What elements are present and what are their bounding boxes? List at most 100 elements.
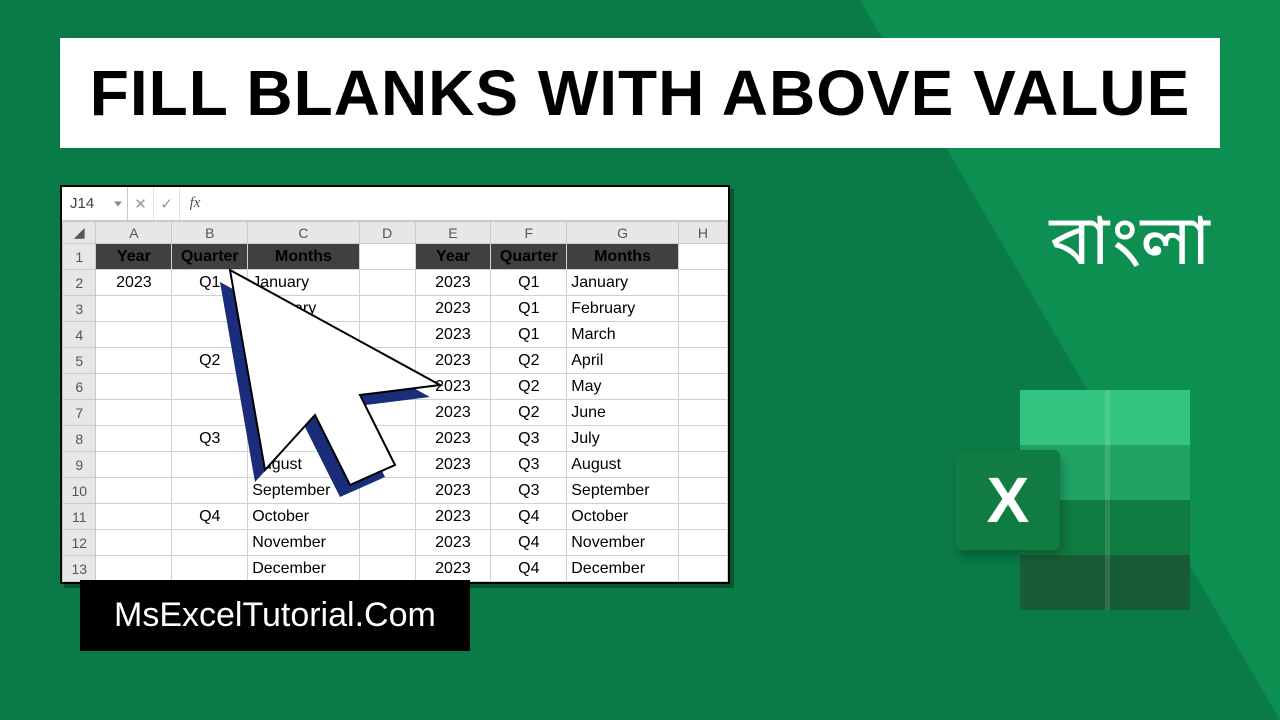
cell[interactable]: 2023 xyxy=(415,504,491,530)
cell[interactable] xyxy=(359,322,415,348)
cell[interactable]: June xyxy=(248,400,360,426)
cell[interactable]: May xyxy=(248,374,360,400)
cell[interactable] xyxy=(172,296,248,322)
row-header[interactable]: 12 xyxy=(63,530,96,556)
column-header[interactable]: F xyxy=(491,222,567,244)
cell[interactable]: February xyxy=(567,296,679,322)
cell[interactable]: August xyxy=(248,452,360,478)
cell[interactable]: Q2 xyxy=(491,374,567,400)
cell[interactable] xyxy=(172,452,248,478)
column-header[interactable]: E xyxy=(415,222,491,244)
cell[interactable]: November xyxy=(248,530,360,556)
cell[interactable] xyxy=(678,426,727,452)
cell[interactable] xyxy=(678,478,727,504)
cell[interactable]: Year xyxy=(96,244,172,270)
cell[interactable] xyxy=(96,452,172,478)
cell[interactable]: 2023 xyxy=(415,348,491,374)
cell[interactable] xyxy=(359,374,415,400)
cell[interactable]: Q3 xyxy=(172,426,248,452)
cell[interactable] xyxy=(678,556,727,582)
name-box[interactable]: J14 xyxy=(62,187,128,220)
cell[interactable] xyxy=(359,556,415,582)
select-all-corner[interactable]: ◢ xyxy=(63,222,96,244)
cell[interactable]: January xyxy=(248,270,360,296)
cell[interactable]: Q4 xyxy=(491,530,567,556)
cell[interactable]: 2023 xyxy=(415,426,491,452)
cell[interactable]: February xyxy=(248,296,360,322)
cell[interactable] xyxy=(359,530,415,556)
row-header[interactable]: 10 xyxy=(63,478,96,504)
cell[interactable]: December xyxy=(567,556,679,582)
row-header[interactable]: 8 xyxy=(63,426,96,452)
cell[interactable]: Q3 xyxy=(491,452,567,478)
cell[interactable]: September xyxy=(248,478,360,504)
cell[interactable]: June xyxy=(567,400,679,426)
cell[interactable]: December xyxy=(248,556,360,582)
cell[interactable]: Q1 xyxy=(491,322,567,348)
cell[interactable] xyxy=(678,452,727,478)
row-header[interactable]: 4 xyxy=(63,322,96,348)
cell[interactable] xyxy=(172,322,248,348)
cell[interactable] xyxy=(96,426,172,452)
cell[interactable] xyxy=(96,530,172,556)
cell[interactable]: April xyxy=(248,348,360,374)
cell[interactable]: Q2 xyxy=(172,348,248,374)
cell[interactable] xyxy=(96,400,172,426)
cell[interactable] xyxy=(172,530,248,556)
column-header[interactable]: H xyxy=(678,222,727,244)
cell[interactable]: March xyxy=(567,322,679,348)
column-header[interactable]: G xyxy=(567,222,679,244)
column-header[interactable]: B xyxy=(172,222,248,244)
cell[interactable]: Year xyxy=(415,244,491,270)
cell[interactable] xyxy=(359,244,415,270)
column-header[interactable]: D xyxy=(359,222,415,244)
row-header[interactable]: 6 xyxy=(63,374,96,400)
cell[interactable] xyxy=(172,374,248,400)
cell[interactable] xyxy=(359,504,415,530)
cell[interactable]: April xyxy=(567,348,679,374)
cell[interactable] xyxy=(96,374,172,400)
cell[interactable]: July xyxy=(567,426,679,452)
cell[interactable]: Q2 xyxy=(491,348,567,374)
cell[interactable]: January xyxy=(567,270,679,296)
cell[interactable] xyxy=(678,504,727,530)
cell[interactable]: 2023 xyxy=(96,270,172,296)
cell[interactable]: Quarter xyxy=(491,244,567,270)
cell[interactable]: 2023 xyxy=(415,478,491,504)
cell[interactable] xyxy=(172,400,248,426)
row-header[interactable]: 5 xyxy=(63,348,96,374)
cell[interactable]: Q1 xyxy=(172,270,248,296)
cell[interactable]: March xyxy=(248,322,360,348)
cell[interactable]: Q4 xyxy=(172,504,248,530)
cell[interactable] xyxy=(678,322,727,348)
cell[interactable]: Q2 xyxy=(491,400,567,426)
row-header[interactable]: 1 xyxy=(63,244,96,270)
row-header[interactable]: 13 xyxy=(63,556,96,582)
cell[interactable] xyxy=(96,504,172,530)
cell[interactable] xyxy=(359,452,415,478)
cell[interactable] xyxy=(359,270,415,296)
cell[interactable]: 2023 xyxy=(415,322,491,348)
cell[interactable] xyxy=(172,478,248,504)
cell[interactable]: October xyxy=(248,504,360,530)
cell[interactable]: October xyxy=(567,504,679,530)
cell[interactable] xyxy=(678,374,727,400)
cell[interactable]: November xyxy=(567,530,679,556)
cell[interactable]: 2023 xyxy=(415,556,491,582)
cell[interactable]: Quarter xyxy=(172,244,248,270)
cell[interactable] xyxy=(678,270,727,296)
cell[interactable] xyxy=(359,348,415,374)
cell[interactable]: 2023 xyxy=(415,452,491,478)
cell[interactable]: Q4 xyxy=(491,556,567,582)
cell[interactable] xyxy=(359,478,415,504)
cell[interactable] xyxy=(359,296,415,322)
cell[interactable] xyxy=(678,244,727,270)
cell[interactable]: 2023 xyxy=(415,296,491,322)
cell[interactable]: Q1 xyxy=(491,296,567,322)
cell[interactable]: July xyxy=(248,426,360,452)
cell[interactable]: September xyxy=(567,478,679,504)
cell[interactable]: May xyxy=(567,374,679,400)
cell[interactable]: 2023 xyxy=(415,374,491,400)
cell[interactable]: 2023 xyxy=(415,400,491,426)
cell[interactable]: Months xyxy=(567,244,679,270)
